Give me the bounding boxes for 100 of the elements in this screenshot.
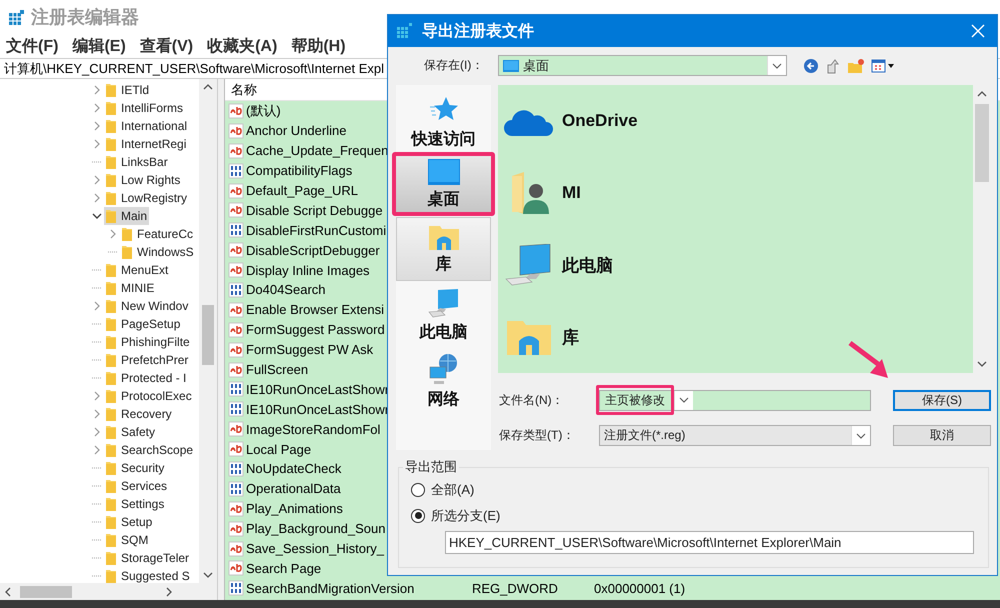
scroll-down-icon[interactable] xyxy=(977,360,987,368)
scroll-thumb[interactable] xyxy=(975,104,989,182)
chevron-right-icon[interactable] xyxy=(92,193,102,203)
cancel-button[interactable]: 取消 xyxy=(893,425,991,446)
menu-item[interactable]: 帮助(H) xyxy=(291,36,346,56)
save-button[interactable]: 保存(S) xyxy=(893,390,991,411)
tree-item[interactable]: WindowsS xyxy=(120,243,196,261)
tree-item[interactable]: FeatureCc xyxy=(120,225,196,243)
view-menu-icon[interactable] xyxy=(871,58,895,74)
tree-item[interactable]: LinksBar xyxy=(104,153,170,171)
menu-item[interactable]: 文件(F) xyxy=(6,36,58,56)
tree-item[interactable]: New Windov xyxy=(104,297,190,315)
tree-item[interactable]: Recovery xyxy=(104,405,174,423)
tree-item[interactable]: InternetRegi xyxy=(104,135,188,153)
tree-item[interactable]: SQM xyxy=(104,531,150,549)
chevron-right-icon[interactable] xyxy=(108,229,118,239)
radio-label[interactable]: 全部(A) xyxy=(431,480,474,498)
tree-item[interactable]: PageSetup xyxy=(104,315,182,333)
value-name[interactable]: Search Page xyxy=(246,560,322,576)
scroll-thumb[interactable] xyxy=(202,305,214,365)
value-name[interactable]: Display Inline Images xyxy=(246,262,370,278)
tree-item[interactable]: MINIE xyxy=(104,279,156,297)
chevron-right-icon[interactable] xyxy=(92,139,102,149)
value-name[interactable]: Default_Page_URL xyxy=(246,183,358,198)
close-icon[interactable] xyxy=(971,24,985,38)
place-item[interactable]: 快速访问 xyxy=(396,90,491,154)
scroll-thumb[interactable] xyxy=(20,586,72,598)
place-item[interactable]: 此电脑 xyxy=(396,283,491,347)
scroll-left-icon[interactable] xyxy=(4,586,12,596)
value-name[interactable]: FormSuggest PW Ask xyxy=(246,342,374,358)
file-item[interactable]: 此电脑 xyxy=(504,229,973,301)
chevron-right-icon[interactable] xyxy=(92,445,102,455)
back-icon[interactable] xyxy=(803,58,819,74)
value-name[interactable]: NoUpdateCheck xyxy=(246,461,342,476)
value-name[interactable]: FormSuggest Password xyxy=(246,322,385,338)
chevron-right-icon[interactable] xyxy=(92,175,102,185)
tree-item[interactable]: IntelliForms xyxy=(104,99,186,117)
menu-item[interactable]: 查看(V) xyxy=(140,36,194,56)
chevron-right-icon[interactable] xyxy=(92,121,102,131)
value-name[interactable]: Play_Animations xyxy=(246,501,343,516)
chevron-right-icon[interactable] xyxy=(92,409,102,419)
value-name[interactable]: IE10RunOnceLastShowr xyxy=(246,402,390,417)
tree-item[interactable]: LowRegistry xyxy=(104,189,190,207)
radio-button[interactable] xyxy=(411,482,425,496)
value-name[interactable]: DisableFirstRunCustomi xyxy=(246,222,386,238)
value-name[interactable]: FullScreen xyxy=(246,362,308,378)
tree-item[interactable]: Protected - I xyxy=(104,369,188,387)
branch-field[interactable]: HKEY_CURRENT_USER\Software\Microsoft\Internet Explorer\Main xyxy=(445,531,974,554)
value-name[interactable]: Do404Search xyxy=(246,282,326,298)
value-name[interactable]: (默认) xyxy=(246,102,281,120)
save-in-dropdown[interactable]: 桌面 xyxy=(498,55,787,76)
scrollbar[interactable] xyxy=(199,79,217,583)
up-folder-icon[interactable] xyxy=(825,58,841,74)
tree-item[interactable]: Safety xyxy=(104,423,158,441)
radio-label[interactable]: 所选分支(E) xyxy=(431,506,500,524)
place-item[interactable]: 网络 xyxy=(396,349,491,413)
value-name[interactable]: Enable Browser Extensi xyxy=(246,302,384,318)
chevron-down-icon[interactable] xyxy=(92,211,102,221)
tree-item[interactable]: Suggested S xyxy=(104,567,192,583)
value-name[interactable]: OperationalData xyxy=(246,481,341,496)
scroll-right-icon[interactable] xyxy=(165,586,173,596)
place-item[interactable]: 桌面 xyxy=(392,152,495,216)
tree-item[interactable]: ProtocolExec xyxy=(104,387,194,405)
file-item[interactable]: OneDrive xyxy=(504,85,973,157)
tree-item[interactable]: Settings xyxy=(104,495,166,513)
file-item[interactable]: 库 xyxy=(504,301,973,373)
value-name[interactable]: Local Page xyxy=(246,442,312,457)
tree-item[interactable]: Services xyxy=(104,477,170,495)
chevron-right-icon[interactable] xyxy=(92,427,102,437)
scroll-down-icon[interactable] xyxy=(203,571,213,579)
tree-item[interactable]: International xyxy=(104,117,190,135)
tree-item[interactable]: Low Rights xyxy=(104,171,182,189)
tree-item[interactable]: Main xyxy=(104,207,150,225)
tree-item[interactable]: SearchScope xyxy=(104,441,196,459)
value-name[interactable]: Save_Session_History_ xyxy=(246,541,384,556)
file-type-dropdown[interactable]: 注册文件(*.reg) xyxy=(599,425,871,446)
radio-button[interactable] xyxy=(411,508,425,522)
value-name[interactable]: Play_Background_Soun xyxy=(246,521,386,536)
scrollbar[interactable] xyxy=(0,583,217,600)
chevron-right-icon[interactable] xyxy=(92,301,102,311)
value-name[interactable]: ImageStoreRandomFol xyxy=(246,422,380,437)
menu-item[interactable]: 编辑(E) xyxy=(72,36,126,56)
value-name[interactable]: Cache_Update_Frequen xyxy=(246,143,388,158)
chevron-right-icon[interactable] xyxy=(92,391,102,401)
value-name[interactable]: CompatibilityFlags xyxy=(246,163,352,178)
value-name[interactable]: IE10RunOnceLastShowr xyxy=(246,382,390,397)
value-name[interactable]: SearchBandMigrationVersion xyxy=(246,580,414,596)
tree-item[interactable]: PhishingFilte xyxy=(104,333,192,351)
column-header[interactable]: 名称 xyxy=(231,80,257,98)
scroll-up-icon[interactable] xyxy=(203,83,213,91)
file-item[interactable]: MI xyxy=(504,157,973,229)
scroll-up-icon[interactable] xyxy=(977,90,987,98)
tree-item[interactable]: MenuExt xyxy=(104,261,170,279)
new-folder-icon[interactable] xyxy=(847,58,865,74)
value-name[interactable]: Anchor Underline xyxy=(246,123,346,138)
chevron-right-icon[interactable] xyxy=(92,103,102,113)
tree-item[interactable]: StorageTeler xyxy=(104,549,192,567)
menu-item[interactable]: 收藏夹(A) xyxy=(207,36,278,56)
tree-item[interactable]: Setup xyxy=(104,513,154,531)
value-name[interactable]: Disable Script Debugge xyxy=(246,202,383,218)
